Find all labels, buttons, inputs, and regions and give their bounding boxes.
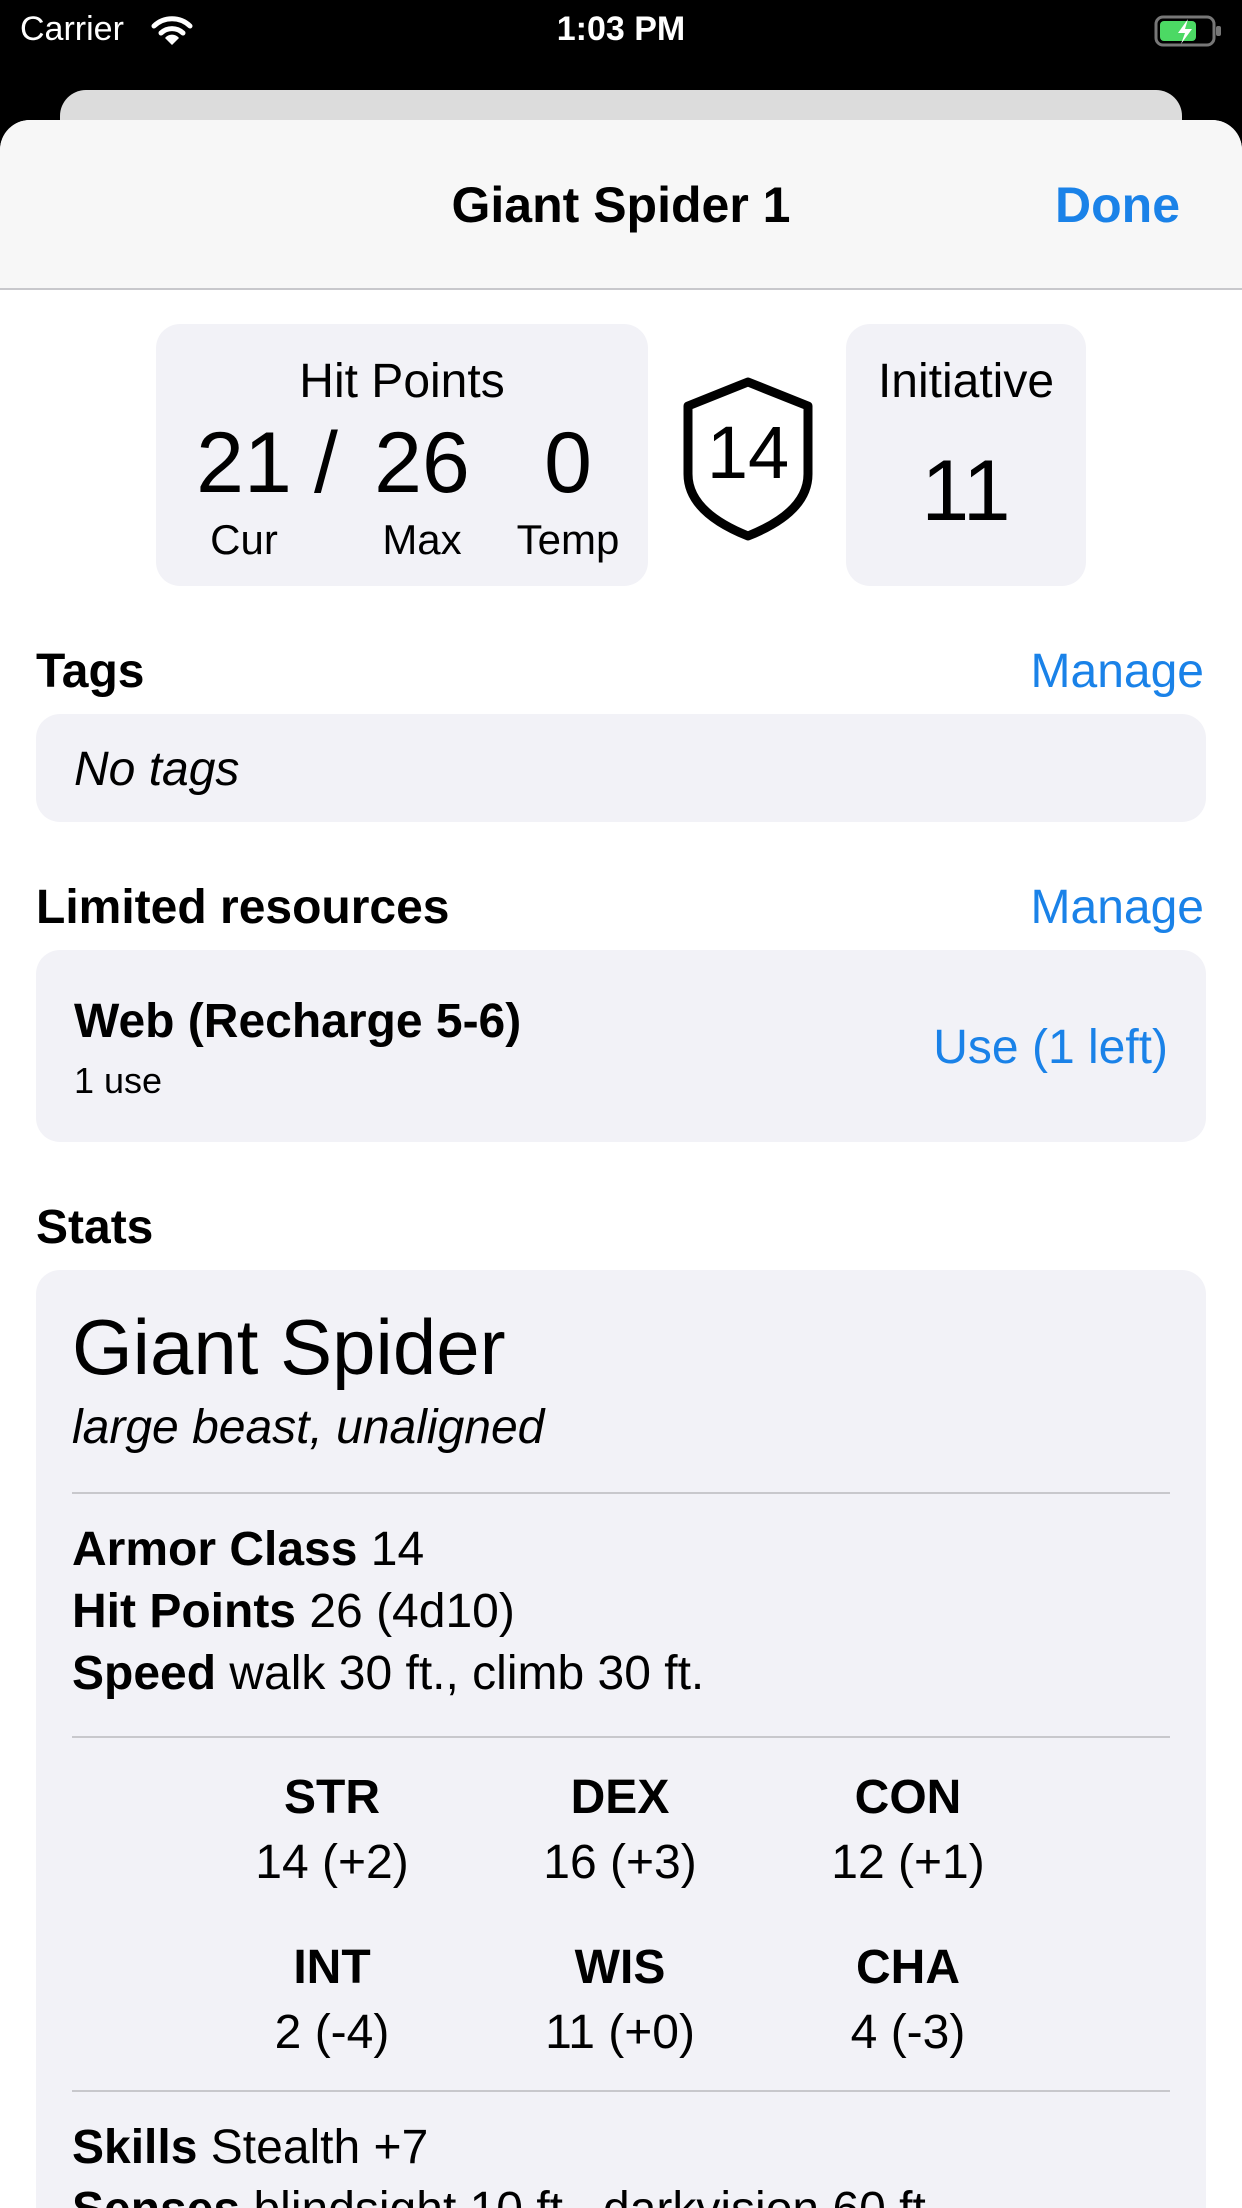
hit-points-line: Hit Points 26 (4d10) [72,1584,515,1639]
monster-name: Giant Spider [72,1303,506,1391]
combatant-sheet: Giant Spider 1 Done Hit Points 21 / 26 0… [0,120,1242,2208]
temp-hp-label: Temp [516,516,620,563]
ability-name: CHA [856,1941,960,1994]
ability-score: 11 (+0) [545,2006,695,2059]
ability-name: CON [854,1771,962,1824]
ability-score: 4 (-3) [850,2006,966,2059]
max-hp-label: Max [382,516,462,563]
stat-block-card: Giant Spider large beast, unaligned Armo… [36,1270,1206,2208]
limited-resources-heading: Limited resources [36,881,450,934]
tags-heading: Tags [36,645,145,698]
senses-stat: blindsight 10 ft., darkvision 60 ft. [253,2183,939,2208]
ability-score: 16 (+3) [543,1836,697,1889]
resource-uses: 1 use [74,1060,163,1101]
ability-con: CON 12 (+1) [758,1770,1058,1890]
speed-stat: walk 30 ft., climb 30 ft. [229,1647,705,1700]
senses-label: Senses [72,2183,240,2208]
skills-stat: Stealth +7 [210,2121,429,2174]
current-hp-label: Cur [210,516,278,563]
monster-type: large beast, unaligned [72,1401,545,1454]
ability-cha: CHA 4 (-3) [758,1940,1058,2060]
max-hp-value: 26 [374,415,470,511]
use-resource-button[interactable]: Use (1 left) [933,1020,1168,1075]
ability-name: WIS [574,1941,666,1994]
hp-separator: / [314,415,338,511]
armor-class-stat: 14 [370,1523,425,1576]
ability-name: STR [284,1771,380,1824]
armor-class-label: Armor Class [72,1523,358,1576]
divider [72,1492,1170,1494]
status-bar: Carrier 1:03 PM [0,0,1242,62]
initiative-card[interactable]: Initiative 11 [846,324,1086,586]
ability-wis: WIS 11 (+0) [470,1940,770,2060]
stats-heading: Stats [36,1201,154,1254]
divider [72,1736,1170,1738]
manage-resources-button[interactable]: Manage [1031,880,1204,935]
ability-score: 12 (+1) [831,1836,985,1889]
current-hp-value: 21 [196,415,292,511]
ability-score: 14 (+2) [255,1836,409,1889]
skills-line: Skills Stealth +7 [72,2120,428,2175]
hit-points-title: Hit Points [299,355,505,408]
manage-tags-button[interactable]: Manage [1031,644,1204,699]
ability-score: 2 (-4) [274,2006,390,2059]
initiative-value: 11 [921,443,1011,539]
divider [72,2090,1170,2092]
initiative-title: Initiative [877,355,1055,408]
skills-label: Skills [72,2121,198,2174]
ability-str: STR 14 (+2) [182,1770,482,1890]
senses-line: Senses blindsight 10 ft., darkvision 60 … [72,2182,939,2208]
hit-points-card[interactable]: Hit Points 21 / 26 0 Cur Max Temp [156,324,648,586]
tags-card: No tags [36,714,1206,822]
armor-class-line: Armor Class 14 [72,1522,424,1577]
speed-line: Speed walk 30 ft., climb 30 ft. [72,1646,704,1701]
clock: 1:03 PM [556,10,686,48]
ability-dex: DEX 16 (+3) [470,1770,770,1890]
speed-label: Speed [72,1647,217,1700]
navigation-bar: Giant Spider 1 Done [0,120,1242,290]
done-button[interactable]: Done [1055,176,1180,234]
no-tags-text: No tags [74,743,240,796]
hit-points-stat: 26 (4d10) [309,1585,515,1638]
resource-name: Web (Recharge 5-6) [74,995,522,1048]
resource-item: Web (Recharge 5-6) 1 use Use (1 left) [36,950,1206,1142]
ability-int: INT 2 (-4) [182,1940,482,2060]
battery-icon [1154,14,1224,53]
armor-class-value: 14 [706,411,790,494]
hit-points-label: Hit Points [72,1585,296,1638]
temp-hp-value: 0 [544,415,592,511]
ability-name: INT [293,1941,371,1994]
ability-name: DEX [570,1771,670,1824]
